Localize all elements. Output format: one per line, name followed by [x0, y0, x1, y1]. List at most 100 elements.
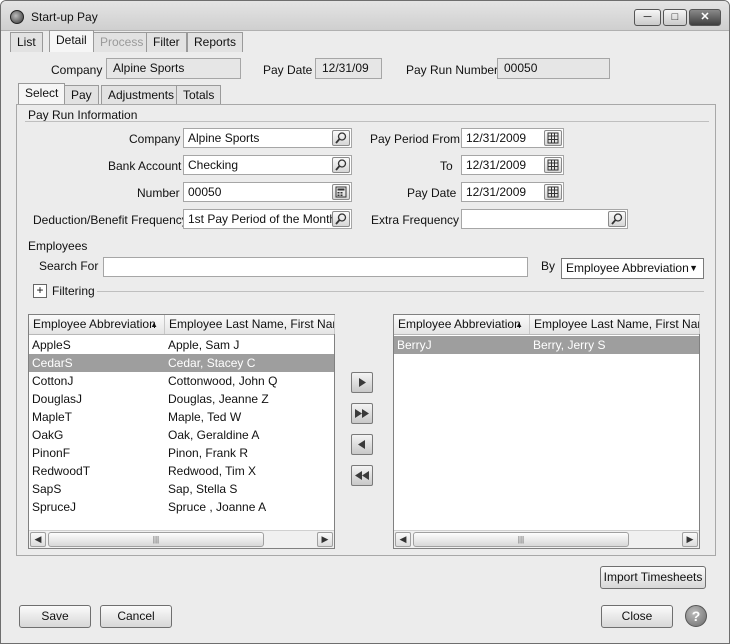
company-lookup-icon[interactable] — [332, 130, 350, 146]
column-employee-abbreviation[interactable]: Employee Abbreviation ▲ — [394, 315, 530, 334]
scrollbar-thumb[interactable]: ||| — [48, 532, 264, 547]
number-field-value: 00050 — [188, 185, 222, 199]
number-calculator-icon[interactable] — [332, 184, 350, 200]
search-input[interactable] — [103, 257, 528, 277]
close-window-button[interactable]: ✕ — [689, 9, 721, 26]
to-date-calendar-icon[interactable] — [544, 157, 562, 173]
header-company-label: Company — [51, 63, 103, 77]
column-employee-abbreviation[interactable]: Employee Abbreviation ▲ — [29, 315, 165, 334]
selected-horizontal-scrollbar[interactable]: ◀ ||| ▶ — [394, 530, 699, 548]
close-button[interactable]: Close — [601, 605, 673, 628]
tab-pay[interactable]: Pay — [64, 85, 99, 105]
search-by-value: Employee Abbreviation — [566, 261, 689, 275]
scroll-left-icon[interactable]: ◀ — [395, 532, 411, 547]
tab-filter[interactable]: Filter — [146, 32, 187, 52]
cancel-button[interactable]: Cancel — [100, 605, 172, 628]
table-row[interactable]: BerryJ Berry, Jerry S — [394, 336, 699, 354]
window-title: Start-up Pay — [31, 10, 98, 24]
filtering-label: Filtering — [52, 284, 95, 298]
deduction-frequency-field-value: 1st Pay Period of the Month — [188, 212, 337, 226]
column-employee-name[interactable]: Employee Last Name, First Name — [530, 315, 700, 334]
table-row[interactable]: RedwoodT Redwood, Tim X — [29, 462, 334, 480]
by-label: By — [541, 259, 556, 273]
table-row[interactable]: PinonF Pinon, Frank R — [29, 444, 334, 462]
employee-name-cell: Apple, Sam J — [168, 338, 240, 352]
tab-totals[interactable]: Totals — [176, 85, 222, 105]
tab-select[interactable]: Select — [18, 83, 66, 105]
selected-employees-grid[interactable]: Employee Abbreviation ▲ Employee Last Na… — [393, 314, 700, 549]
tab-adjustments[interactable]: Adjustments — [101, 85, 182, 105]
employee-abbreviation-cell: CedarS — [32, 356, 73, 370]
available-horizontal-scrollbar[interactable]: ◀ ||| ▶ — [29, 530, 334, 548]
table-row[interactable]: AppleS Apple, Sam J — [29, 336, 334, 354]
search-for-label: Search For — [39, 259, 99, 273]
tab-reports[interactable]: Reports — [187, 32, 244, 52]
help-icon[interactable]: ? — [685, 605, 707, 627]
filtering-divider — [97, 291, 704, 292]
company-field[interactable]: Alpine Sports — [183, 128, 352, 148]
arrow-right-icon — [359, 378, 366, 387]
tab-list[interactable]: List — [10, 32, 43, 52]
table-row[interactable]: SapS Sap, Stella S — [29, 480, 334, 498]
employee-abbreviation-cell: SapS — [32, 482, 62, 496]
available-employees-grid[interactable]: Employee Abbreviation ▲ Employee Last Na… — [28, 314, 335, 549]
move-left-button[interactable] — [351, 434, 373, 455]
table-row[interactable]: CedarS Cedar, Stacey C — [29, 354, 334, 372]
employee-name-cell: Berry, Jerry S — [533, 338, 606, 352]
employees-title: Employees — [28, 239, 88, 253]
move-all-left-button[interactable] — [351, 465, 373, 486]
save-button[interactable]: Save — [19, 605, 91, 628]
table-row[interactable]: MapleT Maple, Ted W — [29, 408, 334, 426]
to-date-field[interactable]: 12/31/2009 — [461, 155, 564, 175]
scroll-left-icon[interactable]: ◀ — [30, 532, 46, 547]
move-all-right-button[interactable] — [351, 403, 373, 424]
employee-name-cell: Pinon, Frank R — [168, 446, 249, 460]
tab-detail[interactable]: Detail — [49, 30, 94, 52]
column-employee-name[interactable]: Employee Last Name, First Name — [165, 315, 335, 334]
import-timesheets-button[interactable]: Import Timesheets — [600, 566, 706, 589]
move-right-button[interactable] — [351, 372, 373, 393]
bank-account-lookup-icon[interactable] — [332, 157, 350, 173]
table-row[interactable]: CottonJ Cottonwood, John Q — [29, 372, 334, 390]
minimize-button[interactable]: ─ — [634, 9, 661, 26]
employee-name-cell: Douglas, Jeanne Z — [168, 392, 269, 406]
employee-name-cell: Oak, Geraldine A — [168, 428, 260, 442]
pay-date-field[interactable]: 12/31/2009 — [461, 182, 564, 202]
scroll-right-icon[interactable]: ▶ — [317, 532, 333, 547]
table-row[interactable]: OakG Oak, Geraldine A — [29, 426, 334, 444]
header-pay-date-label: Pay Date — [263, 63, 313, 77]
table-row[interactable]: SpruceJ Spruce , Joanne A — [29, 498, 334, 516]
scrollbar-thumb[interactable]: ||| — [413, 532, 629, 547]
number-field[interactable]: 00050 — [183, 182, 352, 202]
sort-ascending-icon: ▲ — [150, 320, 158, 329]
pay-date-calendar-icon[interactable] — [544, 184, 562, 200]
employee-abbreviation-cell: OakG — [32, 428, 64, 442]
double-arrow-right-icon — [355, 409, 369, 418]
expand-filtering-icon[interactable]: + — [33, 284, 47, 298]
bank-account-field[interactable]: Checking — [183, 155, 352, 175]
sort-ascending-icon: ▲ — [515, 320, 523, 329]
employee-abbreviation-cell: CottonJ — [32, 374, 74, 388]
pay-period-from-field[interactable]: 12/31/2009 — [461, 128, 564, 148]
header-pay-date-value: 12/31/09 — [315, 58, 382, 79]
maximize-button[interactable]: □ — [663, 9, 687, 26]
employee-name-cell: Cedar, Stacey C — [168, 356, 256, 370]
employees-divider — [25, 243, 709, 244]
pay-period-from-calendar-icon[interactable] — [544, 130, 562, 146]
scroll-right-icon[interactable]: ▶ — [682, 532, 698, 547]
extra-frequency-lookup-icon[interactable] — [608, 211, 626, 227]
table-row[interactable]: DouglasJ Douglas, Jeanne Z — [29, 390, 334, 408]
employee-abbreviation-cell: DouglasJ — [32, 392, 83, 406]
deduction-frequency-field[interactable]: 1st Pay Period of the Month — [183, 209, 352, 229]
extra-frequency-field[interactable] — [461, 209, 628, 229]
search-by-select[interactable]: Employee Abbreviation ▼ — [561, 258, 704, 279]
employee-abbreviation-cell: SpruceJ — [32, 500, 77, 514]
extra-frequency-label: Extra Frequency — [371, 213, 460, 227]
title-bar[interactable]: Start-up Pay ─ □ ✕ — [1, 1, 729, 31]
employee-abbreviation-cell: AppleS — [32, 338, 71, 352]
employee-abbreviation-cell: BerryJ — [397, 338, 432, 352]
deduction-frequency-lookup-icon[interactable] — [332, 211, 350, 227]
employee-abbreviation-cell: MapleT — [32, 410, 73, 424]
employee-name-cell: Cottonwood, John Q — [168, 374, 278, 388]
number-label: Number — [137, 186, 180, 200]
